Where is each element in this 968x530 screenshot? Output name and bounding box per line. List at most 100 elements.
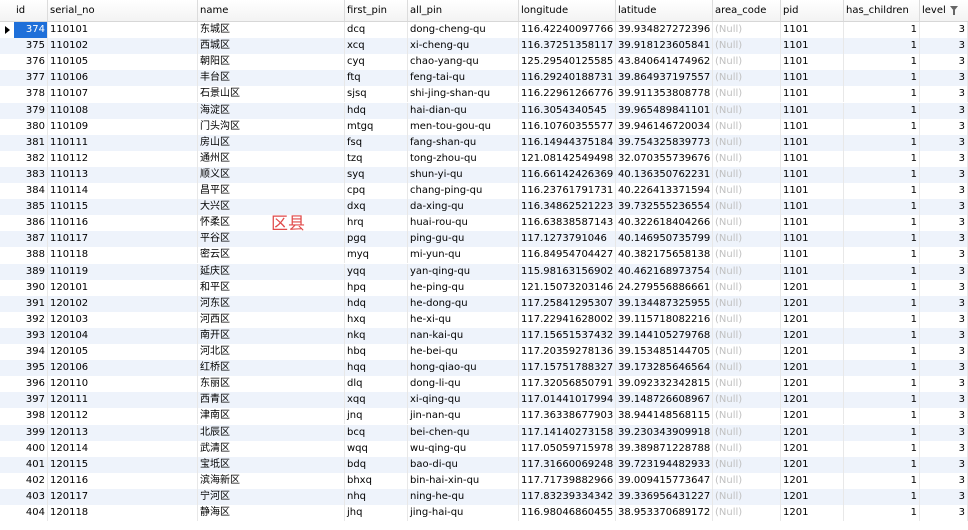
cell-level[interactable]: 3 bbox=[920, 38, 968, 55]
cell-latitude[interactable]: 40.382175658138 bbox=[616, 247, 713, 264]
cell-all-pin[interactable]: ping-gu-qu bbox=[408, 231, 519, 248]
cell-level[interactable]: 3 bbox=[920, 22, 968, 38]
table-row[interactable]: 397 120111 西青区 xqq xi-qing-qu 117.01441017994… bbox=[0, 392, 968, 409]
cell-level[interactable]: 3 bbox=[920, 263, 968, 280]
cell-area-code[interactable]: (Null) bbox=[713, 22, 781, 38]
cell-longitude[interactable]: 117.83239334342 bbox=[519, 488, 616, 505]
cell-longitude[interactable]: 116.23761791731 bbox=[519, 183, 616, 199]
cell-name[interactable]: 西青区 bbox=[198, 392, 345, 409]
cell-serial-no[interactable]: 110116 bbox=[48, 215, 198, 232]
cell-longitude[interactable]: 117.20359278136 bbox=[519, 344, 616, 360]
cell-serial-no[interactable]: 110109 bbox=[48, 118, 198, 135]
cell-longitude[interactable]: 116.98046860455 bbox=[519, 505, 616, 521]
cell-area-code[interactable]: (Null) bbox=[713, 440, 781, 457]
cell-has-children[interactable]: 1 bbox=[844, 263, 920, 280]
cell-first-pin[interactable]: hdq bbox=[345, 102, 408, 119]
cell-area-code[interactable]: (Null) bbox=[713, 199, 781, 216]
cell-level[interactable]: 3 bbox=[920, 118, 968, 135]
cell-id[interactable]: 393 bbox=[14, 327, 48, 344]
cell-latitude[interactable]: 39.148726608967 bbox=[616, 392, 713, 409]
cell-area-code[interactable]: (Null) bbox=[713, 311, 781, 328]
cell-id[interactable]: 388 bbox=[14, 247, 48, 264]
cell-name[interactable]: 东丽区 bbox=[198, 376, 345, 393]
cell-serial-no[interactable]: 120118 bbox=[48, 505, 198, 521]
cell-name[interactable]: 津南区 bbox=[198, 408, 345, 425]
column-header-name[interactable]: name bbox=[198, 0, 345, 21]
cell-serial-no[interactable]: 110101 bbox=[48, 22, 198, 38]
cell-serial-no[interactable]: 120104 bbox=[48, 327, 198, 344]
cell-name[interactable]: 石景山区 bbox=[198, 86, 345, 103]
column-header-first-pin[interactable]: first_pin bbox=[345, 0, 408, 21]
cell-area-code[interactable]: (Null) bbox=[713, 118, 781, 135]
cell-has-children[interactable]: 1 bbox=[844, 472, 920, 489]
cell-first-pin[interactable]: tzq bbox=[345, 150, 408, 167]
cell-longitude[interactable]: 117.15651537432 bbox=[519, 327, 616, 344]
cell-level[interactable]: 3 bbox=[920, 54, 968, 71]
cell-longitude[interactable]: 116.22961266776 bbox=[519, 86, 616, 103]
cell-pid[interactable]: 1201 bbox=[781, 472, 844, 489]
cell-has-children[interactable]: 1 bbox=[844, 54, 920, 71]
cell-longitude[interactable]: 116.14944375184 bbox=[519, 134, 616, 151]
cell-name[interactable]: 北辰区 bbox=[198, 424, 345, 441]
table-row[interactable]: 390 120101 和平区 hpq he-ping-qu 121.15073203146… bbox=[0, 279, 968, 296]
cell-area-code[interactable]: (Null) bbox=[713, 134, 781, 151]
cell-has-children[interactable]: 1 bbox=[844, 199, 920, 216]
column-header-level[interactable]: level bbox=[920, 0, 968, 21]
cell-latitude[interactable]: 40.462168973754 bbox=[616, 263, 713, 280]
cell-pid[interactable]: 1201 bbox=[781, 456, 844, 473]
cell-latitude[interactable]: 39.934827272396 bbox=[616, 22, 713, 38]
cell-latitude[interactable]: 39.230343909918 bbox=[616, 424, 713, 441]
cell-name[interactable]: 静海区 bbox=[198, 505, 345, 521]
cell-latitude[interactable]: 39.173285646564 bbox=[616, 360, 713, 377]
cell-longitude[interactable]: 117.31660069248 bbox=[519, 456, 616, 473]
cell-all-pin[interactable]: hai-dian-qu bbox=[408, 102, 519, 119]
cell-latitude[interactable]: 39.911353808778 bbox=[616, 86, 713, 103]
cell-id[interactable]: 400 bbox=[14, 440, 48, 457]
cell-all-pin[interactable]: jing-hai-qu bbox=[408, 505, 519, 521]
table-row[interactable]: 378 110107 石景山区 sjsq shi-jing-shan-qu 116.229… bbox=[0, 86, 968, 103]
cell-has-children[interactable]: 1 bbox=[844, 311, 920, 328]
cell-has-children[interactable]: 1 bbox=[844, 360, 920, 377]
cell-latitude[interactable]: 40.322618404266 bbox=[616, 215, 713, 232]
cell-has-children[interactable]: 1 bbox=[844, 408, 920, 425]
cell-all-pin[interactable]: dong-li-qu bbox=[408, 376, 519, 393]
cell-all-pin[interactable]: xi-cheng-qu bbox=[408, 38, 519, 55]
cell-all-pin[interactable]: jin-nan-qu bbox=[408, 408, 519, 425]
cell-name[interactable]: 和平区 bbox=[198, 279, 345, 296]
table-row[interactable]: 381 110111 房山区 fsq fang-shan-qu 116.149443751… bbox=[0, 134, 968, 151]
cell-all-pin[interactable]: bei-chen-qu bbox=[408, 424, 519, 441]
cell-name[interactable]: 河西区 bbox=[198, 311, 345, 328]
cell-id[interactable]: 380 bbox=[14, 118, 48, 135]
cell-level[interactable]: 3 bbox=[920, 456, 968, 473]
table-row[interactable]: 393 120104 南开区 nkq nan-kai-qu 117.15651537432… bbox=[0, 327, 968, 344]
table-row[interactable]: 388 110118 密云区 myq mi-yun-qu 116.84954704427 4… bbox=[0, 247, 968, 264]
table-row[interactable]: 399 120113 北辰区 bcq bei-chen-qu 117.1414027315… bbox=[0, 424, 968, 441]
cell-serial-no[interactable]: 110112 bbox=[48, 150, 198, 167]
cell-id[interactable]: 401 bbox=[14, 456, 48, 473]
cell-latitude[interactable]: 40.146950735799 bbox=[616, 231, 713, 248]
cell-first-pin[interactable]: nhq bbox=[345, 488, 408, 505]
cell-pid[interactable]: 1201 bbox=[781, 295, 844, 312]
cell-latitude[interactable]: 39.153485144705 bbox=[616, 344, 713, 360]
cell-area-code[interactable]: (Null) bbox=[713, 38, 781, 55]
cell-pid[interactable]: 1101 bbox=[781, 166, 844, 183]
cell-longitude[interactable]: 117.25841295307 bbox=[519, 295, 616, 312]
cell-name[interactable]: 密云区 bbox=[198, 247, 345, 264]
cell-id[interactable]: 378 bbox=[14, 86, 48, 103]
cell-first-pin[interactable]: hpq bbox=[345, 279, 408, 296]
cell-id[interactable]: 386 bbox=[14, 215, 48, 232]
cell-has-children[interactable]: 1 bbox=[844, 424, 920, 441]
column-header-serial-no[interactable]: serial_no bbox=[48, 0, 198, 21]
cell-name[interactable]: 房山区 bbox=[198, 134, 345, 151]
cell-pid[interactable]: 1201 bbox=[781, 488, 844, 505]
cell-latitude[interactable]: 32.070355739676 bbox=[616, 150, 713, 167]
cell-has-children[interactable]: 1 bbox=[844, 376, 920, 393]
cell-pid[interactable]: 1101 bbox=[781, 263, 844, 280]
table-row[interactable]: 402 120116 滨海新区 bhxq bin-hai-xin-qu 117.71739… bbox=[0, 472, 968, 489]
cell-all-pin[interactable]: men-tou-gou-qu bbox=[408, 118, 519, 135]
cell-first-pin[interactable]: bdq bbox=[345, 456, 408, 473]
cell-serial-no[interactable]: 120113 bbox=[48, 424, 198, 441]
cell-serial-no[interactable]: 110119 bbox=[48, 263, 198, 280]
cell-level[interactable]: 3 bbox=[920, 70, 968, 87]
cell-serial-no[interactable]: 120106 bbox=[48, 360, 198, 377]
